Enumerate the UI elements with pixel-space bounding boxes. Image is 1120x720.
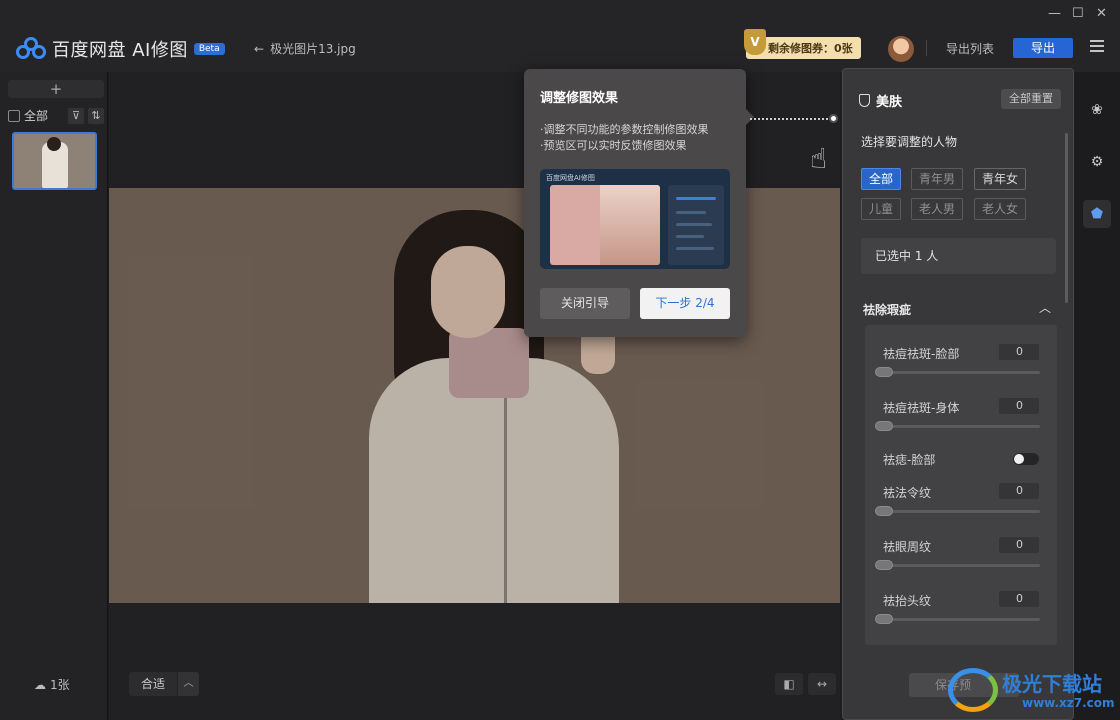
beta-badge: Beta bbox=[193, 43, 225, 55]
guide-line: ·预览区可以实时反馈修图效果 bbox=[540, 139, 687, 152]
select-row: 全部 ⊽ ⇅ bbox=[8, 107, 104, 124]
back-button[interactable]: ← 极光图片13.jpg bbox=[254, 40, 356, 57]
panel-title-label: 美肤 bbox=[876, 95, 903, 110]
preview-caption: 百度网盘AI修图 bbox=[546, 174, 595, 182]
slider[interactable] bbox=[875, 506, 1040, 516]
slider[interactable] bbox=[875, 367, 1040, 377]
section-title[interactable]: 祛除瑕疵 bbox=[863, 301, 911, 318]
count-label: 1张 bbox=[50, 678, 70, 692]
divider bbox=[926, 40, 927, 56]
reset-all-button[interactable]: 全部重置 bbox=[1001, 89, 1061, 109]
param-value[interactable]: 0 bbox=[999, 483, 1039, 499]
param-value[interactable]: 0 bbox=[999, 591, 1039, 607]
chip-young-female[interactable]: 青年女 bbox=[974, 168, 1027, 190]
arrow-left-icon: ← bbox=[254, 41, 265, 56]
zoom-label[interactable]: 合适 bbox=[129, 672, 177, 696]
watermark-name: 极光下载站 bbox=[1002, 672, 1102, 696]
guide-line: ·调整不同功能的参数控制修图效果 bbox=[540, 123, 709, 136]
select-all-checkbox[interactable] bbox=[8, 109, 20, 122]
slider-knob[interactable] bbox=[875, 421, 893, 431]
panel-title: 美肤 bbox=[859, 91, 902, 110]
next-step-button[interactable]: 下一步 2/4 bbox=[640, 288, 730, 319]
guide-title: 调整修图效果 bbox=[540, 91, 619, 106]
watermark-url: www.xz7.com bbox=[1022, 696, 1115, 710]
image-thumbnail[interactable] bbox=[12, 132, 97, 190]
watermark-logo-icon bbox=[948, 668, 998, 712]
chevron-up-icon[interactable]: ︿ bbox=[1039, 299, 1051, 316]
add-image-button[interactable]: + bbox=[8, 80, 104, 98]
hamburger-menu-icon[interactable] bbox=[1090, 40, 1104, 55]
zoom-control[interactable]: 合适 ︿ bbox=[129, 672, 199, 696]
app-logo: 百度网盘 AI修图 Beta bbox=[16, 36, 225, 62]
selected-count: 已选中 1 人 bbox=[861, 238, 1056, 274]
filter-icon[interactable]: ⊽ bbox=[68, 107, 84, 124]
param-value[interactable]: 0 bbox=[999, 537, 1039, 553]
choose-person-label: 选择要调整的人物 bbox=[861, 135, 958, 149]
close-window-button[interactable]: ✕ bbox=[1096, 6, 1107, 21]
param-label: 祛眼周纹 bbox=[883, 540, 932, 554]
shield-icon bbox=[859, 94, 870, 107]
chip-old-female[interactable]: 老人女 bbox=[974, 198, 1027, 220]
chip-young-male[interactable]: 青年男 bbox=[911, 168, 964, 190]
avatar[interactable] bbox=[888, 36, 914, 62]
blemish-section: 祛痘祛斑-脸部 0 祛痘祛斑-身体 0 祛痣-脸部 祛法令纹 0 祛眼周纹 0 … bbox=[865, 325, 1057, 645]
export-button[interactable]: 导出 bbox=[1013, 38, 1073, 58]
param-label: 祛痘祛斑-脸部 bbox=[883, 347, 960, 361]
maximize-button[interactable]: ☐ bbox=[1072, 6, 1084, 21]
coupon-badge[interactable]: V 剩余修图券：0张 bbox=[744, 29, 861, 59]
guide-connector bbox=[750, 118, 832, 120]
slider-knob[interactable] bbox=[875, 614, 893, 624]
minimize-button[interactable]: — bbox=[1048, 6, 1061, 21]
param-label: 祛法令纹 bbox=[883, 486, 932, 500]
pointing-hand-icon: ☝ bbox=[810, 142, 828, 175]
coupon-label: 剩余修图券：0张 bbox=[768, 42, 853, 55]
select-all-label: 全部 bbox=[24, 109, 49, 123]
compare-icon[interactable]: ◧ bbox=[775, 673, 803, 695]
close-guide-button[interactable]: 关闭引导 bbox=[540, 288, 630, 319]
watermark: 极光下载站 www.xz7.com bbox=[948, 664, 1116, 718]
export-list-button[interactable]: 导出列表 bbox=[946, 40, 994, 57]
chip-old-male[interactable]: 老人男 bbox=[911, 198, 964, 220]
slider[interactable] bbox=[875, 560, 1040, 570]
filter-effects-icon[interactable]: ❀ bbox=[1083, 96, 1111, 124]
split-view-icon[interactable]: ↔ bbox=[808, 673, 836, 695]
vip-icon: V bbox=[744, 29, 766, 55]
slider-knob[interactable] bbox=[875, 367, 893, 377]
slider[interactable] bbox=[875, 614, 1040, 624]
slider-knob[interactable] bbox=[875, 560, 893, 570]
panel-scrollbar[interactable] bbox=[1065, 133, 1068, 303]
param-label: 祛痣-脸部 bbox=[883, 453, 936, 467]
slider-knob[interactable] bbox=[875, 506, 893, 516]
chip-child[interactable]: 儿童 bbox=[861, 198, 902, 220]
guide-popup: 调整修图效果 ·调整不同功能的参数控制修图效果 ·预览区可以实时反馈修图效果 百… bbox=[524, 69, 754, 337]
sort-icon[interactable]: ⇅ bbox=[88, 107, 104, 124]
slider[interactable] bbox=[875, 421, 1040, 431]
cloud-logo-icon bbox=[16, 37, 48, 61]
guide-preview-image: 百度网盘AI修图 bbox=[540, 169, 730, 269]
cloud-icon: ☁ bbox=[34, 677, 46, 692]
param-value[interactable]: 0 bbox=[999, 344, 1039, 360]
title-bar: 百度网盘 AI修图 Beta ← 极光图片13.jpg — ☐ ✕ V 剩余修图… bbox=[0, 0, 1120, 72]
param-label: 祛抬头纹 bbox=[883, 594, 932, 608]
image-list-panel: + 全部 ⊽ ⇅ ☁ 1张 bbox=[0, 72, 108, 720]
image-count: ☁ 1张 bbox=[34, 676, 70, 693]
mole-toggle[interactable] bbox=[1013, 453, 1039, 465]
adjust-sliders-icon[interactable]: ⚙ bbox=[1083, 148, 1111, 176]
app-name: 百度网盘 AI修图 bbox=[52, 40, 188, 61]
file-name: 极光图片13.jpg bbox=[270, 42, 356, 56]
chevron-up-icon[interactable]: ︿ bbox=[177, 672, 199, 696]
adjust-panel: 美肤 全部重置 选择要调整的人物 全部 青年男 青年女 儿童 老人男 老人女 已… bbox=[842, 68, 1074, 720]
param-value[interactable]: 0 bbox=[999, 398, 1039, 414]
guide-anchor-dot bbox=[829, 114, 838, 123]
param-label: 祛痘祛斑-身体 bbox=[883, 401, 960, 415]
beauty-skin-icon[interactable]: ⬟ bbox=[1083, 200, 1111, 228]
chip-all[interactable]: 全部 bbox=[861, 168, 902, 190]
